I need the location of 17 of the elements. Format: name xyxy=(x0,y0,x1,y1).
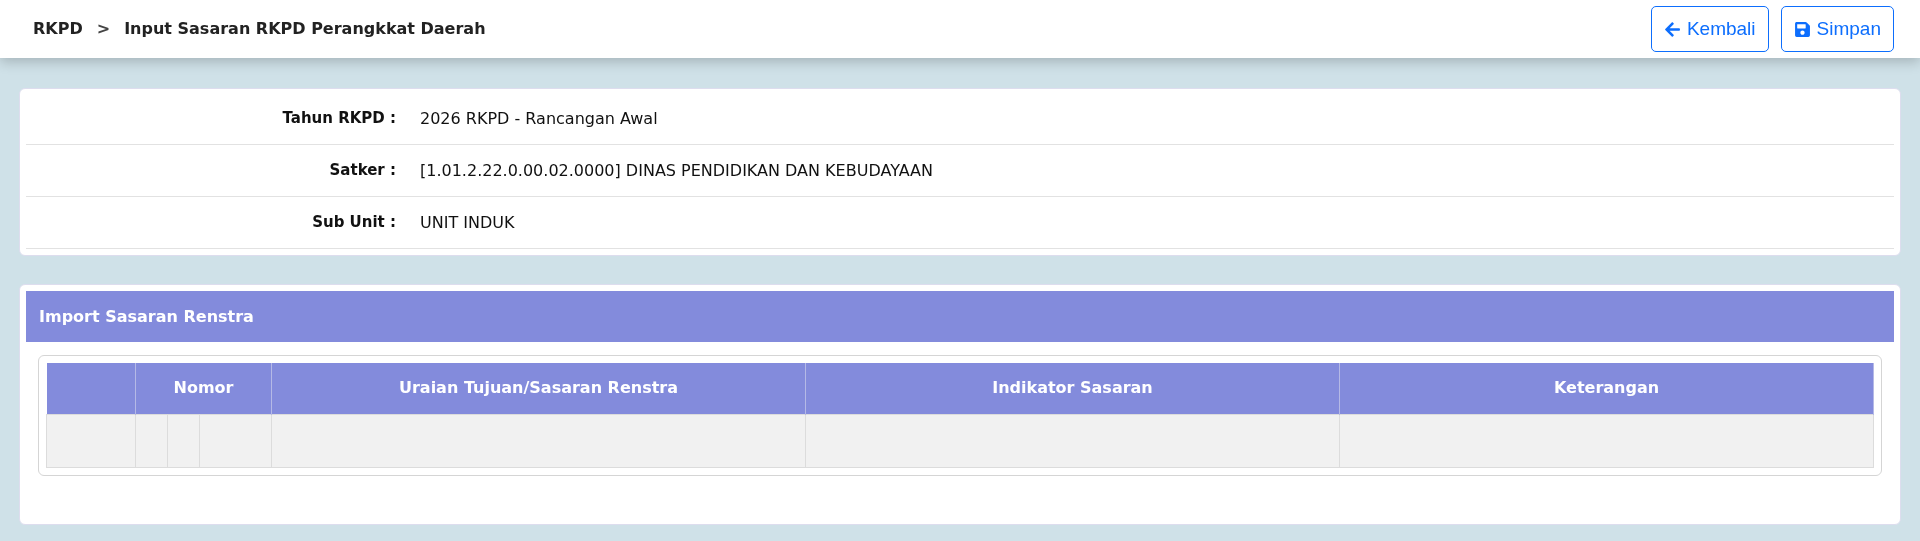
field-label: Satker : xyxy=(328,160,396,182)
breadcrumb-separator: > xyxy=(95,18,112,40)
column-header: Nomor xyxy=(135,363,272,414)
field-value: UNIT INDUK xyxy=(420,211,515,234)
field-value: 2026 RKPD - Rancangan Awal xyxy=(420,107,658,130)
field-label: Tahun RKPD : xyxy=(281,108,396,130)
breadcrumb-link[interactable]: RKPD xyxy=(33,17,83,41)
field-label: Sub Unit : xyxy=(311,212,396,234)
section-title: Import Sasaran Renstra xyxy=(39,305,254,328)
column-header: Keterangan xyxy=(1339,363,1874,414)
column-header: Uraian Tujuan/Sasaran Renstra xyxy=(271,363,806,414)
save-button[interactable]: Simpan xyxy=(1780,6,1894,52)
field-value: [1.01.2.22.0.00.02.0000] DINAS PENDIDIKAN DAN KEBUDAYAAN xyxy=(420,159,933,182)
column-header: Indikator Sasaran xyxy=(805,363,1340,414)
back-button[interactable]: Kembali xyxy=(1650,6,1769,52)
arrow-left-icon xyxy=(1663,20,1681,38)
page-title: Input Sasaran RKPD Perangkkat Daerah xyxy=(124,18,486,40)
